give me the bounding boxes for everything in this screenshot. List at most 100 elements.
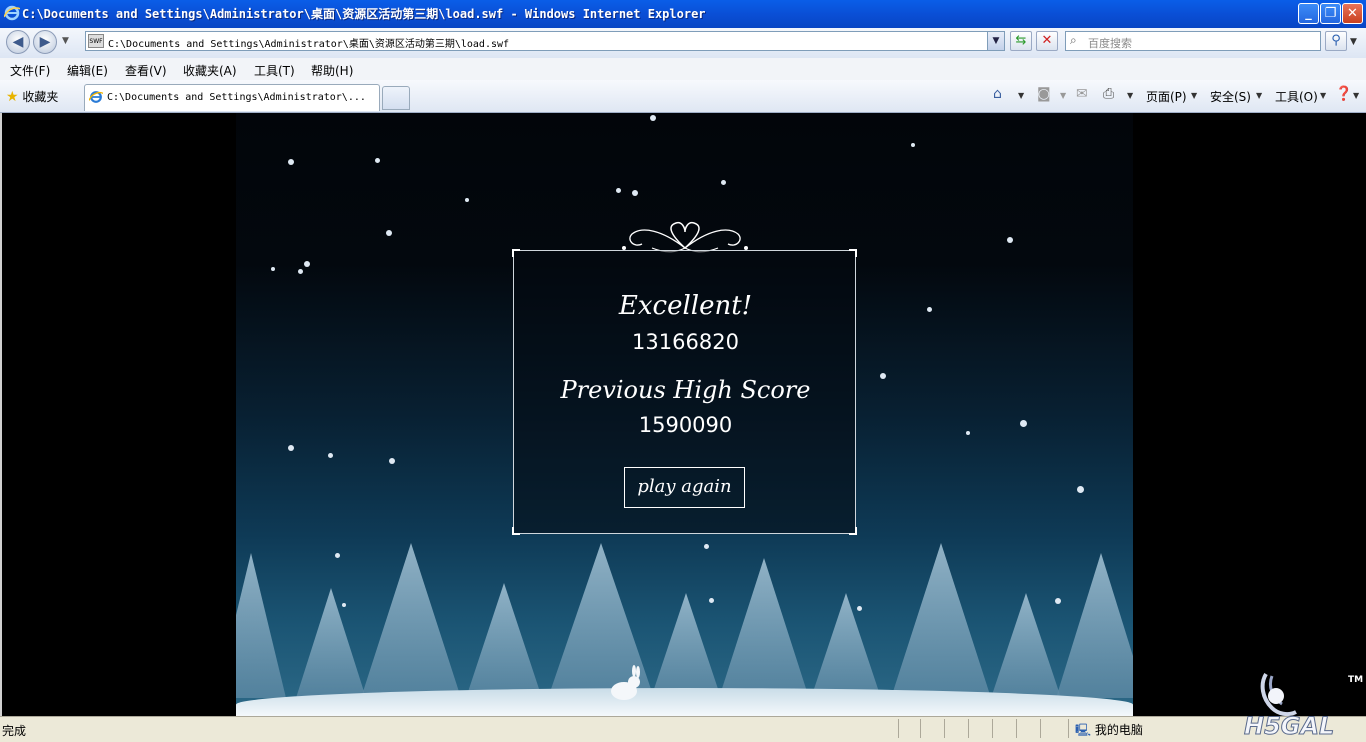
refresh-icon: ⇆ bbox=[1015, 33, 1027, 48]
forward-button[interactable]: ▶ bbox=[33, 30, 57, 54]
snowflake bbox=[335, 553, 340, 558]
status-separator bbox=[968, 719, 969, 738]
help-dropdown-icon[interactable]: ▼ bbox=[1353, 91, 1359, 100]
snowflake bbox=[389, 458, 395, 464]
menu-file[interactable]: 文件(F) bbox=[10, 62, 50, 79]
print-icon[interactable]: ⎙ bbox=[1103, 86, 1114, 102]
watermark-brand: H5GAL bbox=[1244, 712, 1334, 740]
snowflake bbox=[966, 431, 970, 435]
menu-edit[interactable]: 编辑(E) bbox=[67, 62, 108, 79]
security-zone[interactable]: 🖳 我的电脑 bbox=[1075, 721, 1143, 742]
snowflake bbox=[857, 606, 862, 611]
status-separator bbox=[1016, 719, 1017, 738]
tab-bar: ★ 收藏夹 C:\Documents and Settings\Administ… bbox=[0, 80, 1366, 113]
status-separator bbox=[992, 719, 993, 738]
panel-corner bbox=[512, 527, 520, 535]
panel-corner bbox=[512, 249, 520, 257]
snowflake bbox=[880, 373, 886, 379]
snowflake bbox=[375, 158, 380, 163]
title-bar: C:\Documents and Settings\Administrator\… bbox=[0, 0, 1366, 28]
tools-menu[interactable]: 工具(O) bbox=[1275, 88, 1318, 105]
rabbit-icon bbox=[611, 665, 640, 700]
safety-dropdown-icon[interactable]: ▼ bbox=[1256, 91, 1262, 100]
page-dropdown-icon[interactable]: ▼ bbox=[1191, 91, 1197, 100]
watermark-tm: TM bbox=[1348, 675, 1363, 685]
snowflake bbox=[298, 269, 303, 274]
menu-favorites[interactable]: 收藏夹(A) bbox=[183, 62, 237, 79]
h5gal-watermark-logo: H5GAL TM bbox=[1244, 672, 1363, 740]
snowflake bbox=[927, 307, 932, 312]
maximize-button[interactable]: ❐ bbox=[1320, 3, 1341, 24]
minimize-button[interactable]: _ bbox=[1298, 3, 1319, 24]
previous-high-score-label: Previous High Score bbox=[560, 376, 811, 404]
magnifier-icon: ⚲ bbox=[1331, 33, 1341, 48]
stop-icon: ✕ bbox=[1041, 33, 1053, 48]
address-url[interactable]: C:\Documents and Settings\Administrator\… bbox=[108, 35, 509, 50]
tab-label: C:\Documents and Settings\Administrator\… bbox=[107, 92, 366, 103]
search-placeholder: 百度搜索 bbox=[1088, 37, 1132, 50]
home-icon[interactable]: ⌂ bbox=[993, 86, 1002, 102]
snowflake bbox=[1020, 420, 1027, 427]
mail-icon[interactable]: ✉ bbox=[1076, 86, 1088, 102]
address-toolbar: ◀ ▶ ▼ SWF C:\Documents and Settings\Admi… bbox=[0, 28, 1366, 58]
snowflake bbox=[1007, 237, 1013, 243]
safety-menu[interactable]: 安全(S) bbox=[1210, 88, 1251, 105]
current-score: 13166820 bbox=[632, 330, 739, 354]
status-separator bbox=[1068, 719, 1069, 738]
snowflake bbox=[616, 188, 621, 193]
favorites-button[interactable]: ★ 收藏夹 bbox=[6, 88, 58, 105]
previous-high-score: 1590090 bbox=[638, 413, 733, 437]
menu-help[interactable]: 帮助(H) bbox=[311, 62, 353, 79]
feeds-dropdown-icon[interactable]: ▼ bbox=[1060, 91, 1066, 100]
home-dropdown-icon[interactable]: ▼ bbox=[1018, 91, 1024, 100]
menu-tools[interactable]: 工具(T) bbox=[254, 62, 295, 79]
result-panel: Excellent! 13166820 Previous High Score … bbox=[512, 249, 857, 535]
snowflake bbox=[704, 544, 709, 549]
feeds-icon[interactable]: ◙ bbox=[1037, 86, 1051, 102]
print-dropdown-icon[interactable]: ▼ bbox=[1127, 91, 1133, 100]
status-bar: 完成 🖳 我的电脑 bbox=[0, 716, 1366, 741]
snowflake bbox=[650, 115, 656, 121]
page-content: Excellent! 13166820 Previous High Score … bbox=[0, 113, 1366, 716]
back-button[interactable]: ◀ bbox=[6, 30, 30, 54]
snowflake bbox=[632, 190, 638, 196]
search-input[interactable]: ⌕ 百度搜索 bbox=[1065, 31, 1321, 51]
search-go-button[interactable]: ⚲ bbox=[1325, 31, 1347, 51]
status-separator bbox=[920, 719, 921, 738]
stop-button[interactable]: ✕ bbox=[1036, 31, 1058, 51]
snowflake bbox=[911, 143, 915, 147]
status-separator bbox=[944, 719, 945, 738]
snowflake bbox=[288, 445, 294, 451]
ie-tab-icon bbox=[89, 91, 103, 103]
help-icon[interactable]: ❓ bbox=[1335, 86, 1352, 102]
snow-ground bbox=[236, 688, 1133, 716]
window-title: C:\Documents and Settings\Administrator\… bbox=[22, 7, 706, 21]
computer-icon: 🖳 bbox=[1075, 723, 1092, 737]
snowflake bbox=[288, 159, 294, 165]
page-menu[interactable]: 页面(P) bbox=[1146, 88, 1187, 105]
status-separator bbox=[1040, 719, 1041, 738]
snowflake bbox=[304, 261, 310, 267]
arrow-left-icon: ◀ bbox=[12, 34, 24, 50]
snowflake bbox=[709, 598, 714, 603]
search-options-icon[interactable]: ▼ bbox=[1350, 37, 1357, 47]
address-bar[interactable]: SWF C:\Documents and Settings\Administra… bbox=[85, 31, 1005, 51]
ie-logo-icon bbox=[4, 5, 20, 21]
swf-page-icon: SWF bbox=[88, 34, 104, 48]
status-separator bbox=[898, 719, 899, 738]
snowflake bbox=[465, 198, 469, 202]
snowflake bbox=[271, 267, 275, 271]
panel-corner bbox=[849, 249, 857, 257]
history-dropdown-icon[interactable]: ▼ bbox=[62, 36, 69, 46]
play-again-button[interactable]: play again bbox=[624, 467, 745, 508]
panel-corner bbox=[849, 527, 857, 535]
tab-active[interactable]: C:\Documents and Settings\Administrator\… bbox=[84, 84, 380, 111]
refresh-button[interactable]: ⇆ bbox=[1010, 31, 1032, 51]
status-text: 完成 bbox=[2, 724, 27, 738]
tools-dropdown-icon[interactable]: ▼ bbox=[1320, 91, 1326, 100]
close-button[interactable]: ✕ bbox=[1342, 3, 1363, 24]
address-dropdown-icon[interactable]: ▼ bbox=[987, 32, 1004, 50]
menu-view[interactable]: 查看(V) bbox=[125, 62, 167, 79]
zone-label: 我的电脑 bbox=[1094, 723, 1143, 737]
new-tab-button[interactable] bbox=[382, 86, 410, 110]
